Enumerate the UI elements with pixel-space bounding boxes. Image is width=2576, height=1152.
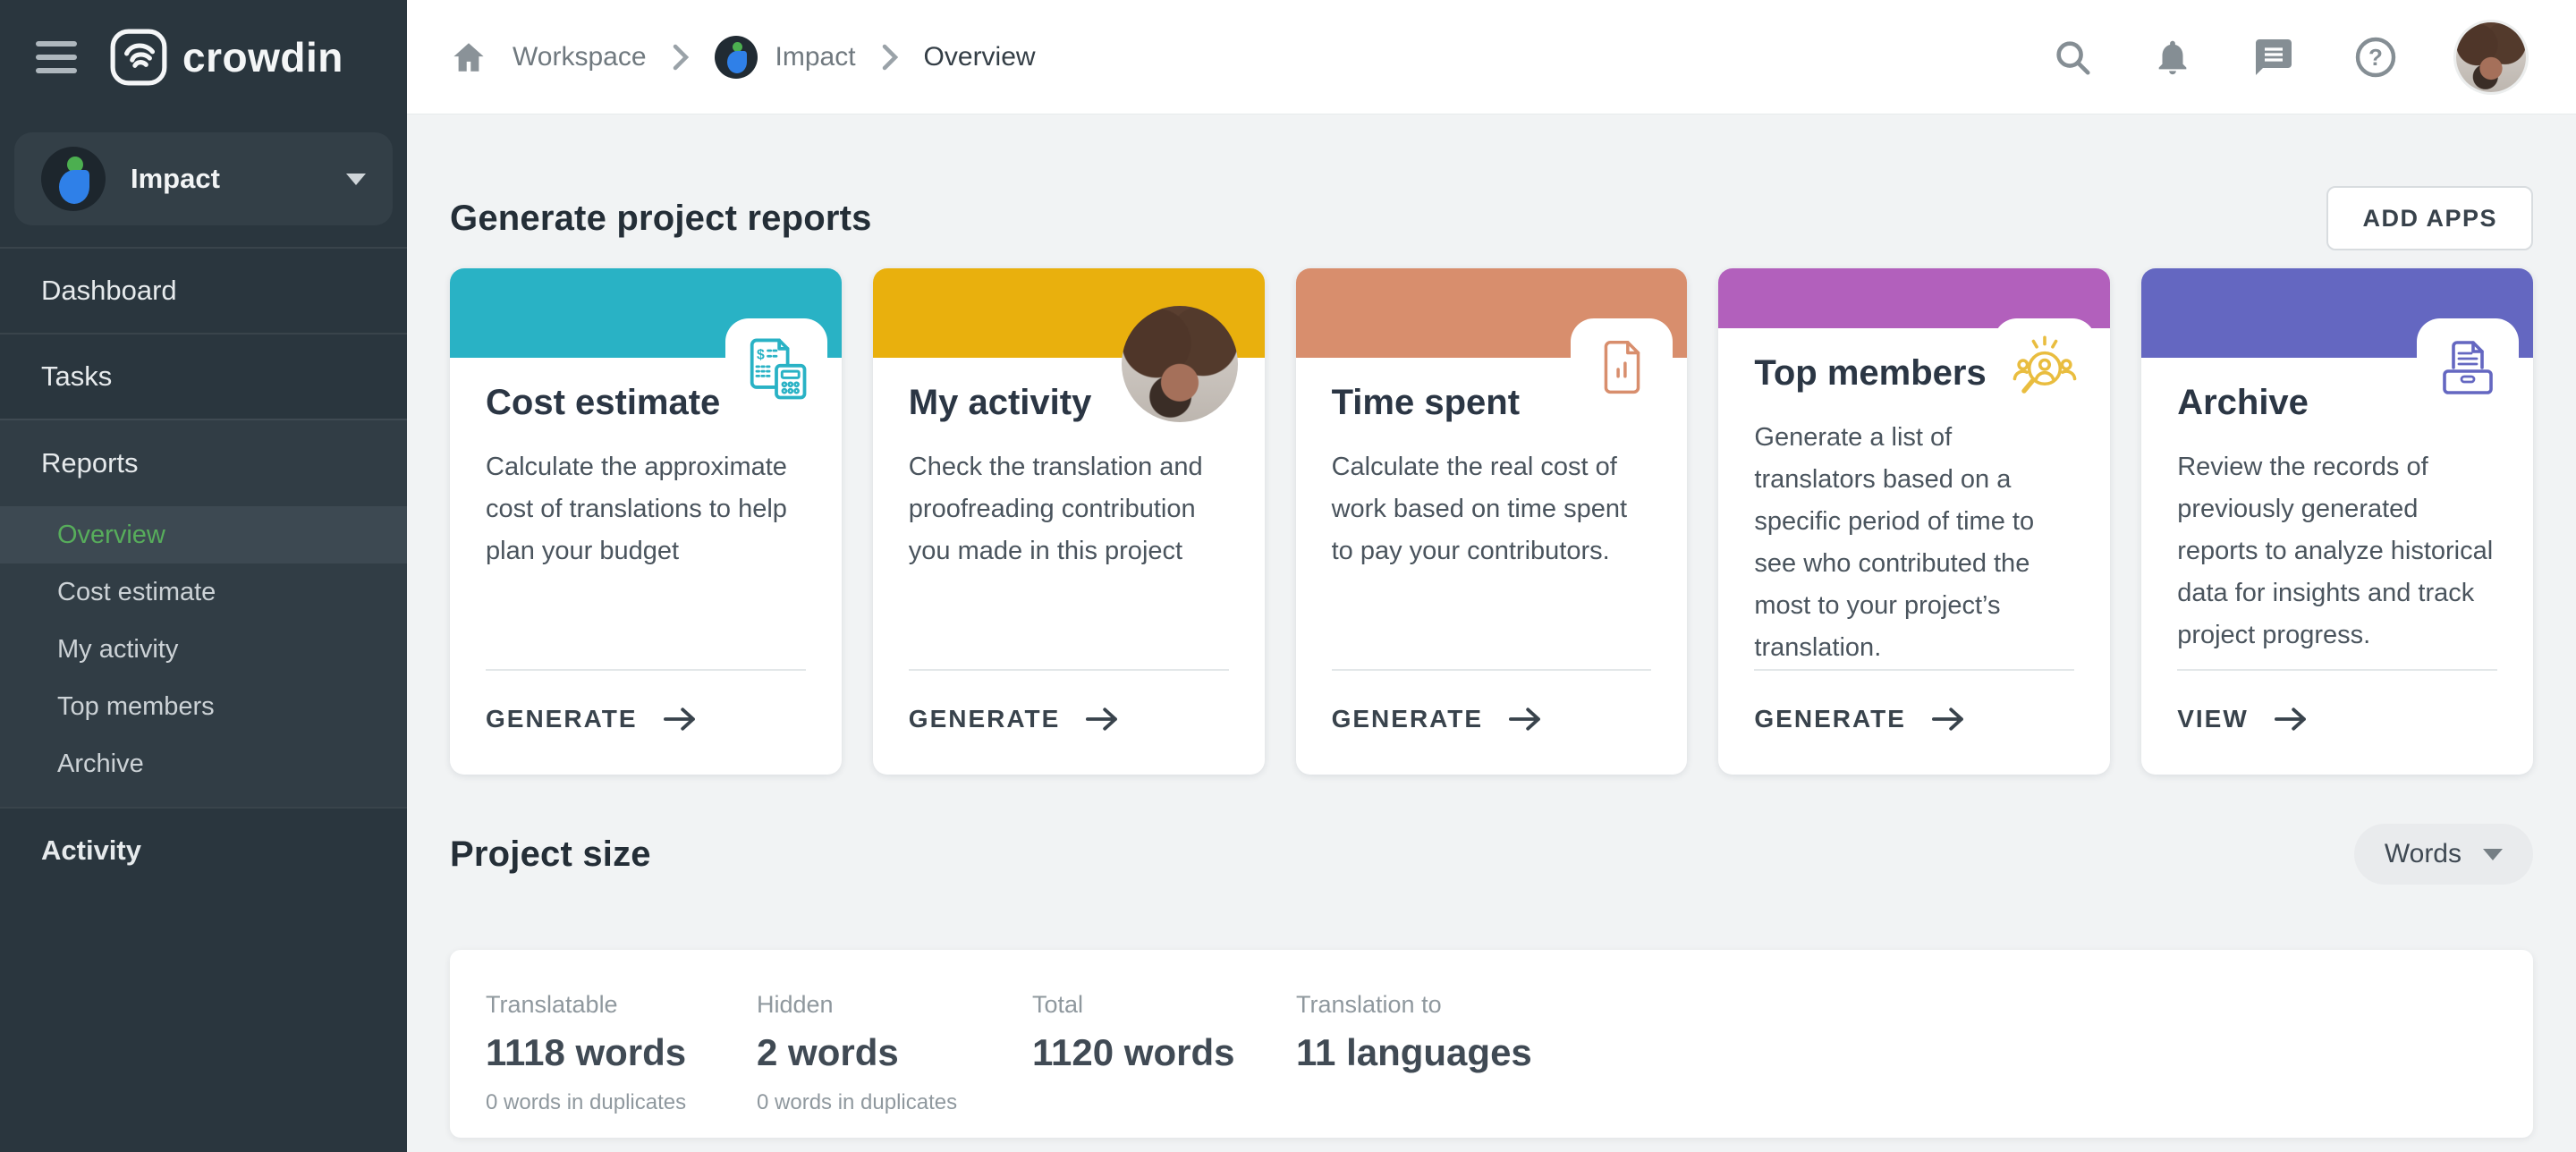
view-link[interactable]: VIEW [2177, 705, 2497, 733]
document-chart-icon [1587, 335, 1657, 404]
user-avatar[interactable] [2456, 22, 2526, 92]
breadcrumb-project[interactable]: Impact [715, 36, 856, 79]
report-cards: $ Cost estimate Calculate the approximat… [450, 268, 2533, 775]
card-icon-badge: $ [725, 318, 827, 408]
generate-link[interactable]: GENERATE [1332, 705, 1652, 733]
report-card-my-activity: My activity Check the translation and pr… [873, 268, 1265, 775]
arrow-right-icon [1083, 706, 1121, 733]
svg-text:$: $ [757, 347, 765, 362]
sidebar-subitem-archive[interactable]: Archive [0, 735, 407, 792]
sidebar: crowdin Impact Dashboard Tasks Reports O… [0, 0, 407, 1152]
notifications-bell-icon[interactable] [2152, 37, 2193, 78]
crowdin-logo[interactable]: crowdin [109, 28, 343, 87]
sidebar-subitem-overview[interactable]: Overview [0, 506, 407, 563]
divider [1754, 669, 2074, 671]
divider [486, 669, 806, 671]
arrow-right-icon [2272, 706, 2309, 733]
sidebar-subitem-my-activity[interactable]: My activity [0, 621, 407, 678]
invoice-calculator-icon: $ [739, 332, 814, 407]
generate-link[interactable]: GENERATE [1754, 705, 2074, 733]
card-description: Check the translation and proofreading c… [909, 446, 1229, 572]
project-name: Impact [131, 163, 220, 195]
generate-link[interactable]: GENERATE [909, 705, 1229, 733]
report-card-time-spent: Time spent Calculate the real cost of wo… [1296, 268, 1688, 775]
report-card-cost-estimate: $ Cost estimate Calculate the approximat… [450, 268, 842, 775]
report-card-archive: Archive Review the records of previously… [2141, 268, 2533, 775]
card-description: Review the records of previously generat… [2177, 446, 2497, 656]
sidebar-item-dashboard[interactable]: Dashboard [0, 247, 407, 333]
card-icon-badge [1994, 318, 2096, 408]
divider [1332, 669, 1652, 671]
arrow-right-icon [1506, 706, 1544, 733]
breadcrumb-project-label: Impact [775, 42, 856, 72]
divider [2177, 669, 2497, 671]
card-description: Calculate the approximate cost of transl… [486, 446, 806, 572]
unit-selector-dropdown[interactable]: Words [2354, 824, 2533, 885]
card-icon-badge [2417, 318, 2519, 408]
crowdin-logo-icon [109, 28, 168, 87]
crowdin-wordmark: crowdin [182, 33, 343, 81]
project-selector[interactable]: Impact [14, 132, 393, 225]
breadcrumb: Workspace Impact Overview [450, 36, 1036, 79]
page-title: Generate project reports [450, 199, 872, 239]
report-card-top-members: Top members Generate a list of translato… [1718, 268, 2110, 775]
home-icon[interactable] [450, 38, 487, 76]
stat-hidden: Hidden 2 words 0 words in duplicates [757, 991, 1032, 1138]
arrow-right-icon [661, 706, 699, 733]
chevron-right-icon [672, 44, 690, 71]
user-avatar-photo [1122, 306, 1238, 422]
messages-icon[interactable] [2252, 36, 2295, 79]
members-search-icon [2007, 332, 2082, 407]
hamburger-menu-icon[interactable] [36, 41, 77, 73]
project-size-header: Project size Words [450, 824, 2533, 885]
add-apps-button[interactable]: ADD APPS [2326, 186, 2533, 250]
chevron-down-icon [2483, 849, 2503, 860]
stat-total: Total 1120 words [1032, 991, 1296, 1138]
help-icon[interactable]: ? [2354, 36, 2397, 79]
chevron-down-icon [346, 174, 366, 185]
card-icon-badge [1571, 318, 1673, 408]
topbar-actions: ? [2052, 22, 2526, 92]
sidebar-subitem-cost-estimate[interactable]: Cost estimate [0, 563, 407, 621]
project-size-title: Project size [450, 834, 651, 875]
search-icon[interactable] [2052, 37, 2093, 78]
arrow-right-icon [1929, 706, 1967, 733]
sidebar-item-reports[interactable]: Reports [0, 420, 407, 506]
card-description: Calculate the real cost of work based on… [1332, 446, 1652, 572]
project-size-stats: Translatable 1118 words 0 words in dupli… [450, 950, 2533, 1138]
chevron-right-icon [881, 44, 899, 71]
sidebar-item-tasks[interactable]: Tasks [0, 333, 407, 419]
breadcrumb-current-page: Overview [924, 42, 1036, 72]
sidebar-nav: Dashboard Tasks Reports Overview Cost es… [0, 247, 407, 893]
content: Generate project reports ADD APPS $ [407, 114, 2576, 1152]
reports-section-header: Generate project reports ADD APPS [450, 186, 2533, 250]
sidebar-header: crowdin [0, 0, 407, 114]
topbar: Workspace Impact Overview [407, 0, 2576, 114]
sidebar-reports-section: Reports Overview Cost estimate My activi… [0, 419, 407, 807]
breadcrumb-workspace[interactable]: Workspace [513, 42, 647, 72]
card-description: Generate a list of translators based on … [1754, 417, 2074, 669]
stat-translatable: Translatable 1118 words 0 words in dupli… [486, 991, 757, 1138]
unit-selector-value: Words [2385, 839, 2462, 869]
sidebar-item-activity[interactable]: Activity [0, 807, 407, 893]
main-area: Workspace Impact Overview [407, 0, 2576, 1152]
sidebar-subitem-top-members[interactable]: Top members [0, 678, 407, 735]
svg-text:?: ? [2368, 44, 2383, 71]
archive-box-icon [2432, 334, 2504, 405]
generate-link[interactable]: GENERATE [486, 705, 806, 733]
project-avatar [41, 147, 106, 211]
stat-translation-to: Translation to 11 languages [1296, 991, 1532, 1138]
project-avatar-small [715, 36, 758, 79]
divider [909, 669, 1229, 671]
